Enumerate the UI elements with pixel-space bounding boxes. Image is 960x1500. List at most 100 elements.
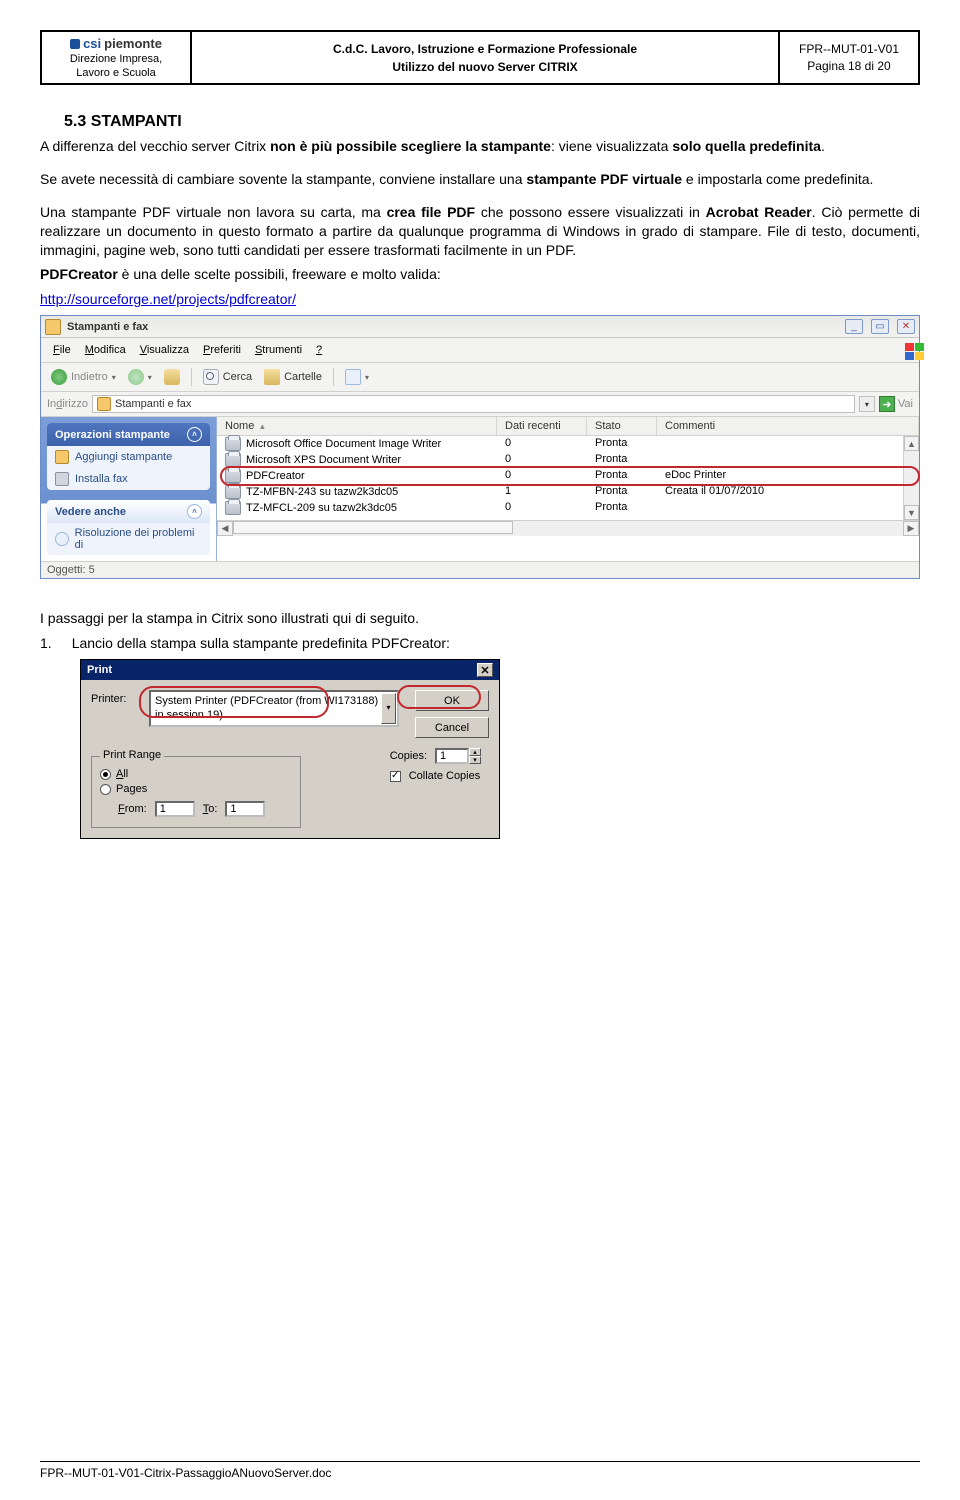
para-2: Se avete necessità di cambiare sovente l… [40, 170, 920, 189]
sidebar-ops-header[interactable]: Operazioni stampante˄ [47, 423, 210, 446]
printer-icon [225, 501, 241, 515]
printer-icon [225, 437, 241, 451]
header-docinfo-cell: FPR--MUT-01-V01 Pagina 18 di 20 [779, 31, 919, 84]
explorer-main: Nome ▲ Dati recenti Stato Commenti Micro… [217, 417, 919, 561]
list-item[interactable]: Microsoft XPS Document Writer 0 Pronta [217, 452, 903, 468]
address-icon [97, 397, 111, 411]
up-icon [164, 369, 180, 385]
org-line1: Direzione Impresa, [70, 53, 162, 65]
close-button[interactable]: ✕ [897, 319, 915, 334]
views-icon [345, 369, 361, 385]
menu-preferiti[interactable]: Preferiti [197, 343, 247, 357]
folders-button[interactable]: Cartelle [260, 367, 326, 387]
vertical-scrollbar[interactable]: ▲ ▼ [903, 436, 919, 520]
header-title-cell: C.d.C. Lavoro, Istruzione e Formazione P… [191, 31, 779, 84]
list-item[interactable]: Microsoft Office Document Image Writer 0… [217, 436, 903, 452]
print-range-fieldset: Print Range All Pages From: 1 To: 1 [91, 756, 301, 828]
list-item-pdfcreator[interactable]: PDFCreator 0 Pronta eDoc Printer [217, 468, 903, 484]
menu-modifica[interactable]: Modifica [79, 343, 132, 357]
column-headers[interactable]: Nome ▲ Dati recenti Stato Commenti [217, 417, 919, 436]
header-title-line2: Utilizzo del nuovo Server CITRIX [198, 58, 772, 76]
print-titlebar[interactable]: Print ✕ [81, 660, 499, 680]
explorer-titlebar[interactable]: Stampanti e fax _ ▭ ✕ [41, 316, 919, 338]
copies-input[interactable]: 1 [435, 748, 469, 764]
menu-strumenti[interactable]: Strumenti [249, 343, 308, 357]
to-label: To: [203, 803, 218, 815]
para-3: Una stampante PDF virtuale non lavora su… [40, 203, 920, 260]
sidebar-troubleshoot[interactable]: Risoluzione dei problemi di [47, 523, 210, 555]
menu-help[interactable]: ? [310, 343, 328, 357]
address-label: Indirizzo [47, 398, 88, 410]
address-field[interactable]: Stampanti e fax [92, 395, 855, 413]
copies-label: Copies: [390, 750, 427, 762]
scroll-thumb[interactable] [233, 521, 513, 534]
scroll-right-icon[interactable]: ▶ [903, 521, 919, 536]
address-dropdown[interactable]: ▾ [859, 396, 875, 412]
explorer-toolbar: Indietro ▾ ▾ Cerca Cartelle ▾ [41, 363, 919, 392]
explorer-window: Stampanti e fax _ ▭ ✕ File Modifica Visu… [40, 315, 920, 579]
explorer-sidebar: Operazioni stampante˄ Aggiungi stampante… [41, 417, 217, 561]
to-input[interactable]: 1 [225, 801, 265, 817]
forward-icon [128, 369, 144, 385]
scroll-down-icon[interactable]: ▼ [904, 505, 919, 520]
explorer-title: Stampanti e fax [67, 321, 837, 333]
back-button[interactable]: Indietro ▾ [47, 367, 120, 387]
explorer-address-bar: Indirizzo Stampanti e fax ▾ ➜Vai [41, 392, 919, 417]
sidebar-install-fax[interactable]: Installa fax [47, 468, 210, 490]
minimize-button[interactable]: _ [845, 319, 863, 334]
chevron-up-icon: ˄ [187, 427, 202, 442]
pdfcreator-link[interactable]: http://sourceforge.net/projects/pdfcreat… [40, 291, 296, 307]
views-button[interactable]: ▾ [341, 367, 373, 387]
logo-brand2: piemonte [104, 36, 162, 51]
sidebar-also-header[interactable]: Vedere anche˄ [47, 500, 210, 523]
forward-button[interactable]: ▾ [124, 367, 156, 387]
list-item[interactable]: TZ-MFCL-209 su tazw2k3dc05 0 Pronta [217, 500, 903, 516]
explorer-statusbar: Oggetti: 5 [41, 561, 919, 578]
printer-select[interactable]: System Printer (PDFCreator (from WI17318… [149, 690, 399, 727]
go-button[interactable]: ➜Vai [879, 396, 913, 412]
menu-visualizza[interactable]: Visualizza [134, 343, 195, 357]
radio-all[interactable]: All [100, 768, 292, 780]
windows-flag-icon [893, 341, 913, 359]
copies-stepper[interactable]: 1 ▴▾ [435, 748, 481, 764]
print-dialog: Print ✕ Printer: System Printer (PDFCrea… [80, 659, 500, 839]
chevron-up-icon: ˄ [187, 504, 202, 519]
print-title-text: Print [87, 664, 112, 676]
pdfcreator-link-row: http://sourceforge.net/projects/pdfcreat… [40, 290, 920, 309]
close-button[interactable]: ✕ [477, 663, 493, 677]
collate-checkbox[interactable]: ✓ Collate Copies [390, 770, 481, 782]
copies-panel: Copies: 1 ▴▾ ✓ Collate Copies [390, 742, 481, 782]
para-1: A differenza del vecchio server Citrix n… [40, 137, 920, 156]
scroll-up-icon[interactable]: ▲ [904, 436, 919, 451]
maximize-button[interactable]: ▭ [871, 319, 889, 334]
para-4: PDFCreator è una delle scelte possibili,… [40, 265, 920, 284]
search-button[interactable]: Cerca [199, 367, 256, 387]
fax-icon [55, 472, 69, 486]
printers-folder-icon [45, 319, 61, 335]
spin-up-icon[interactable]: ▴ [469, 748, 481, 756]
printer-label: Printer: [91, 690, 141, 705]
ok-button[interactable]: OK [415, 690, 489, 711]
menu-file[interactable]: File [47, 343, 77, 357]
radio-pages[interactable]: Pages [100, 783, 292, 795]
para-6: 1. Lancio della stampa sulla stampante p… [40, 634, 920, 653]
sidebar-see-also: Vedere anche˄ Risoluzione dei problemi d… [47, 500, 210, 555]
sidebar-add-printer[interactable]: Aggiungi stampante [47, 446, 210, 468]
printer-icon [225, 469, 241, 483]
from-input[interactable]: 1 [155, 801, 195, 817]
sidebar-printer-ops: Operazioni stampante˄ Aggiungi stampante… [47, 423, 210, 490]
scroll-left-icon[interactable]: ◀ [217, 521, 233, 536]
list-item[interactable]: TZ-MFBN-243 su tazw2k3dc05 1 Pronta Crea… [217, 484, 903, 500]
horizontal-scrollbar[interactable]: ◀ ▶ [217, 520, 919, 536]
chevron-down-icon[interactable]: ▾ [381, 693, 396, 724]
explorer-menubar: File Modifica Visualizza Preferiti Strum… [41, 338, 919, 363]
printer-list: Microsoft Office Document Image Writer 0… [217, 436, 903, 520]
printer-icon [225, 453, 241, 467]
spin-down-icon[interactable]: ▾ [469, 756, 481, 764]
page-info: Pagina 18 di 20 [786, 58, 912, 75]
printer-value: System Printer (PDFCreator (from WI17318… [155, 694, 379, 723]
cancel-button[interactable]: Cancel [415, 717, 489, 738]
checkbox-icon: ✓ [390, 771, 401, 782]
up-button[interactable] [160, 367, 184, 387]
folders-icon [264, 369, 280, 385]
